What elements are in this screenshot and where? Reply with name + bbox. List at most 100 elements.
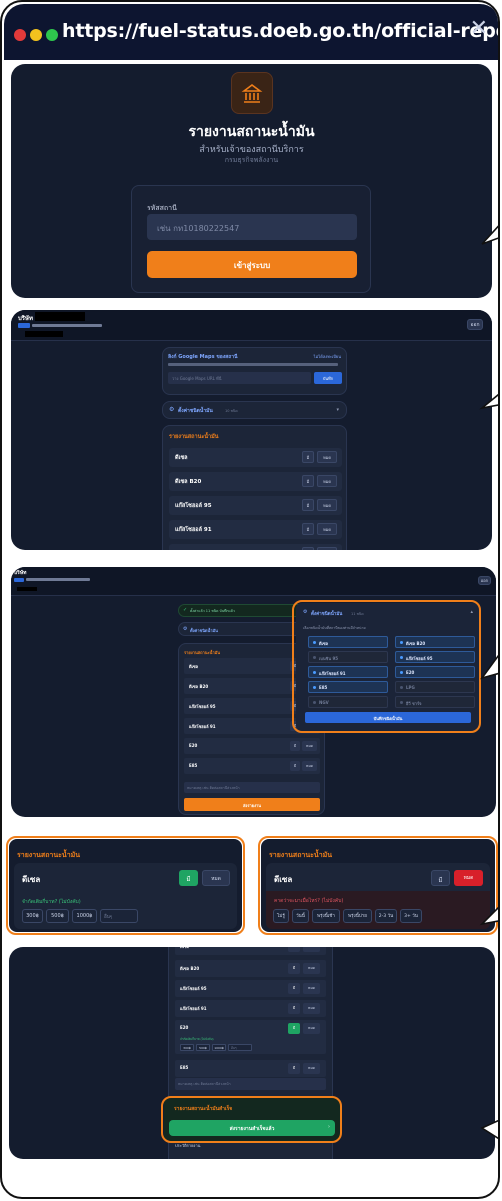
speech-callout — [479, 906, 498, 926]
have-button[interactable]: มี — [288, 1063, 300, 1074]
login-panel: รายงานสถานะน้ำมัน สำหรับเจ้าของสถานีบริก… — [11, 64, 492, 298]
dashboard-header-dim: บริษัท ออก — [11, 567, 496, 596]
fuel-name: แก๊สโซฮอล์ 91 — [189, 724, 216, 729]
history-label: ประวัติรายงาน — [175, 1143, 201, 1148]
window-maximize-dot[interactable] — [46, 29, 58, 41]
redacted-station-code — [17, 587, 37, 591]
fuel-row: แก๊สโซฮอล์ 91 มีหมด — [175, 1000, 326, 1017]
fuel-row: E20 มี หมดจำกัดเติมกี่บาท (ไม่บังคับ) 300฿ 5… — [175, 1020, 326, 1054]
gmaps-description — [168, 363, 338, 366]
fuel-name: ดีเซล — [175, 455, 188, 461]
empty-button[interactable]: หมด — [303, 1003, 320, 1014]
fuel-row: E85 มี หมด — [184, 758, 320, 774]
gear-icon: ⚙ — [183, 626, 188, 632]
submit-report-button[interactable]: ส่งรายงาน — [184, 798, 320, 811]
have-button[interactable]: มี — [288, 963, 300, 974]
note-input[interactable]: หมายเหตุ เช่น ติดต่อสถานีล่วงหน้า — [184, 782, 320, 793]
empty-button[interactable]: หมด — [302, 741, 317, 751]
fuel-name: แก๊สโซฮอล์ 95 — [189, 704, 216, 709]
check-icon: ✓ — [183, 607, 188, 613]
close-icon[interactable]: ✕ — [470, 16, 488, 41]
company-label: บริษัท — [14, 570, 27, 576]
have-button[interactable]: มี — [288, 1003, 300, 1014]
speech-callout — [481, 225, 498, 245]
chevron-down-icon: ▾ — [336, 407, 339, 413]
have-button[interactable]: มี — [302, 451, 314, 463]
fuel-name: แก๊สโซฮอล์ 95 — [180, 986, 207, 991]
saved-banner-text: ตั้งค่าแล้ว 11 ชนิด บันทึกแล้ว — [190, 609, 235, 613]
empty-button[interactable]: หมด — [317, 475, 337, 487]
amount-chip[interactable]: 500฿ — [196, 1044, 210, 1051]
fuel-row: แก๊สโซฮอล์ 91 มีหมด — [169, 520, 342, 539]
fuel-row: ดีเซล มีหมด — [169, 448, 342, 467]
amount-other-input[interactable]: อื่นๆ — [228, 1044, 252, 1051]
redacted-station-code — [25, 331, 63, 337]
station-code-placeholder: เช่น กท10180222547 — [157, 224, 240, 233]
redacted-company-name — [35, 312, 85, 321]
fuel-name: แก๊สโซฮอล์ 91 — [175, 527, 212, 533]
gear-icon: ⚙ — [169, 406, 175, 413]
station-code-input[interactable]: เช่น กท10180222547 — [147, 214, 357, 240]
have-button[interactable]: มี — [288, 947, 300, 952]
gmaps-save-button[interactable]: บันทึก — [314, 372, 342, 384]
window-close-dot[interactable] — [14, 29, 26, 41]
speech-callout — [480, 1119, 498, 1140]
fuel-settings-bar[interactable]: ⚙ ตั้งค่าชนิดน้ำมัน 10 ชนิด ▾ — [162, 401, 347, 419]
have-button[interactable]: มี — [302, 475, 314, 487]
fuel-name: E20 — [180, 1025, 189, 1030]
note-placeholder: หมายเหตุ เช่น ติดต่อสถานีล่วงหน้า — [178, 1082, 231, 1086]
fuel-row: แก๊สโซฮอล์ 95 มีหมด — [175, 980, 326, 997]
amount-chip[interactable]: 300฿ — [180, 1044, 194, 1051]
have-button[interactable]: มี — [290, 761, 300, 771]
empty-button[interactable]: หมด — [303, 963, 320, 974]
have-button[interactable]: มี — [302, 499, 314, 511]
logout-button[interactable]: ออก — [467, 319, 483, 330]
gmaps-card: ลิงก์ Google Maps ของสถานี ไม่ได้ลงทะเบี… — [162, 347, 347, 395]
fuel-settings-title: ตั้งค่าชนิดน้ำมัน — [178, 408, 213, 414]
have-button[interactable]: มี — [288, 983, 300, 994]
amount-chip[interactable]: 1000฿ — [212, 1044, 226, 1051]
bank-icon — [241, 84, 263, 103]
empty-button[interactable]: หมด — [303, 983, 320, 994]
fuel-settings-title: ตั้งค่าชนิดน้ำมัน — [190, 628, 218, 633]
empty-button[interactable]: หมด — [302, 761, 317, 771]
gmaps-save-label: บันทึก — [322, 376, 334, 381]
login-subtitle: สำหรับเจ้าของสถานีบริการ — [199, 145, 304, 155]
fuel-name: แก๊สโซฮอล์ 91 — [180, 1006, 207, 1011]
url-text[interactable]: https://fuel-status.doeb.go.th/official-… — [62, 20, 498, 42]
station-code-label: รหัสสถานี — [147, 204, 177, 212]
highlight-empty — [258, 836, 498, 935]
empty-button[interactable]: หมด — [317, 547, 337, 550]
note-input[interactable]: หมายเหตุ เช่น ติดต่อสถานีล่วงหน้า — [175, 1078, 326, 1090]
dashboard-header: บริษัท ออก — [11, 310, 492, 341]
limit-question: จำกัดเติมกี่บาท (ไม่บังคับ) — [180, 1037, 214, 1041]
fuel-name: ดีเซล B20 — [180, 966, 200, 971]
fuel-name: E20 — [189, 743, 198, 748]
have-button[interactable]: มี — [288, 1023, 300, 1034]
empty-button[interactable]: หมด — [303, 1063, 320, 1074]
empty-button[interactable]: หมด — [317, 499, 337, 511]
fuel-name: ดีเซล — [180, 947, 189, 950]
report-title: รายงานสถานะน้ำมัน — [184, 650, 221, 655]
empty-button[interactable]: หมด — [303, 1023, 320, 1034]
fuel-row: ดีเซล B20 มีหมด — [169, 472, 342, 491]
gmaps-status: ไม่ได้ลงทะเบียน — [313, 354, 341, 359]
station-badge — [18, 323, 30, 328]
login-button-label: เข้าสู่ระบบ — [233, 261, 271, 270]
empty-button[interactable]: หมด — [317, 451, 337, 463]
have-button[interactable]: มี — [302, 523, 314, 535]
window-minimize-dot[interactable] — [30, 29, 42, 41]
have-button[interactable]: มี — [302, 547, 314, 550]
login-button[interactable]: เข้าสู่ระบบ — [147, 251, 357, 278]
report-title: รายงานสถานะน้ำมัน — [169, 434, 219, 440]
fuel-name: ดีเซล — [189, 664, 199, 669]
empty-button[interactable]: หมด — [317, 523, 337, 535]
empty-button[interactable]: หมด — [303, 947, 320, 952]
logout-button[interactable]: ออก — [478, 576, 491, 585]
station-address-line — [26, 578, 90, 581]
have-button[interactable]: มี — [290, 741, 300, 751]
fuel-row: E85 มี หมด — [175, 1060, 326, 1077]
report-card: รายงานสถานะน้ำมัน ดีเซลมีหมดดีเซล B20มีห… — [162, 425, 347, 550]
login-card: รหัสสถานี เช่น กท10180222547 เข้าสู่ระบบ — [131, 185, 371, 293]
gmaps-url-input[interactable]: วาง Google Maps URL ที่นี่ — [168, 372, 311, 384]
